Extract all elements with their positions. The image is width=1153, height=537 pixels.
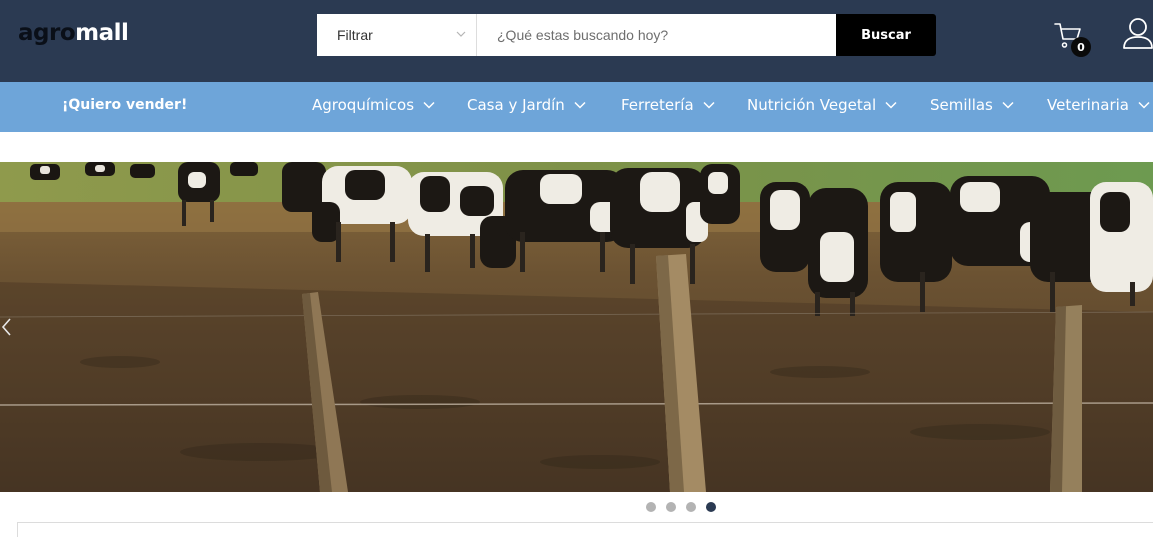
cart-count-badge: 0: [1071, 37, 1091, 57]
logo-mall: mall: [75, 20, 129, 46]
search-button[interactable]: Buscar: [836, 14, 936, 56]
chevron-down-icon: [1002, 101, 1014, 109]
chevron-down-icon: [456, 31, 466, 37]
cart-button[interactable]: 0: [1053, 20, 1093, 57]
nav-item-label: Casa y Jardín: [467, 96, 565, 114]
content-panel: [17, 522, 1153, 537]
nav-item-veterinaria[interactable]: Veterinaria: [1047, 96, 1150, 114]
sell-link[interactable]: ¡Quiero vender!: [62, 97, 187, 113]
category-navbar: ¡Quiero vender! Agroquímicos Casa y Jard…: [0, 82, 1153, 132]
nav-item-nutricion-vegetal[interactable]: Nutrición Vegetal: [747, 96, 897, 114]
chevron-down-icon: [423, 101, 435, 109]
chevron-left-icon[interactable]: [0, 316, 14, 338]
carousel-dot-2[interactable]: [666, 502, 676, 512]
nav-item-ferreteria[interactable]: Ferretería: [621, 96, 715, 114]
nav-item-label: Agroquímicos: [312, 96, 415, 114]
nav-item-agroquimicos[interactable]: Agroquímicos: [312, 96, 435, 114]
hero-banner[interactable]: [0, 162, 1153, 492]
chevron-down-icon: [574, 101, 586, 109]
account-button[interactable]: [1121, 16, 1153, 52]
agromall-logo[interactable]: agro mall: [18, 20, 129, 52]
search-input[interactable]: [477, 14, 836, 56]
user-icon: [1123, 18, 1153, 49]
carousel-dots: [646, 502, 716, 512]
logo-agro: agro: [18, 20, 76, 46]
nav-item-label: Nutrición Vegetal: [747, 96, 877, 114]
nav-item-label: Semillas: [930, 96, 993, 114]
chevron-down-icon: [1138, 101, 1150, 109]
carousel-dot-4[interactable]: [706, 502, 716, 512]
chevron-down-icon: [703, 101, 715, 109]
search-bar: Filtrar Buscar: [317, 14, 936, 56]
nav-item-casa-y-jardin[interactable]: Casa y Jardín: [467, 96, 586, 114]
chevron-down-icon: [885, 101, 897, 109]
top-header: agromall Filtrar Buscar 0: [0, 0, 1153, 82]
hero-image-cows-pasture: [0, 162, 1153, 492]
carousel-dot-1[interactable]: [646, 502, 656, 512]
nav-item-label: Veterinaria: [1047, 96, 1129, 114]
carousel-dot-3[interactable]: [686, 502, 696, 512]
filter-select[interactable]: Filtrar: [317, 14, 477, 56]
nav-item-label: Ferretería: [621, 96, 694, 114]
nav-item-semillas[interactable]: Semillas: [930, 96, 1014, 114]
filter-label: Filtrar: [337, 27, 373, 43]
